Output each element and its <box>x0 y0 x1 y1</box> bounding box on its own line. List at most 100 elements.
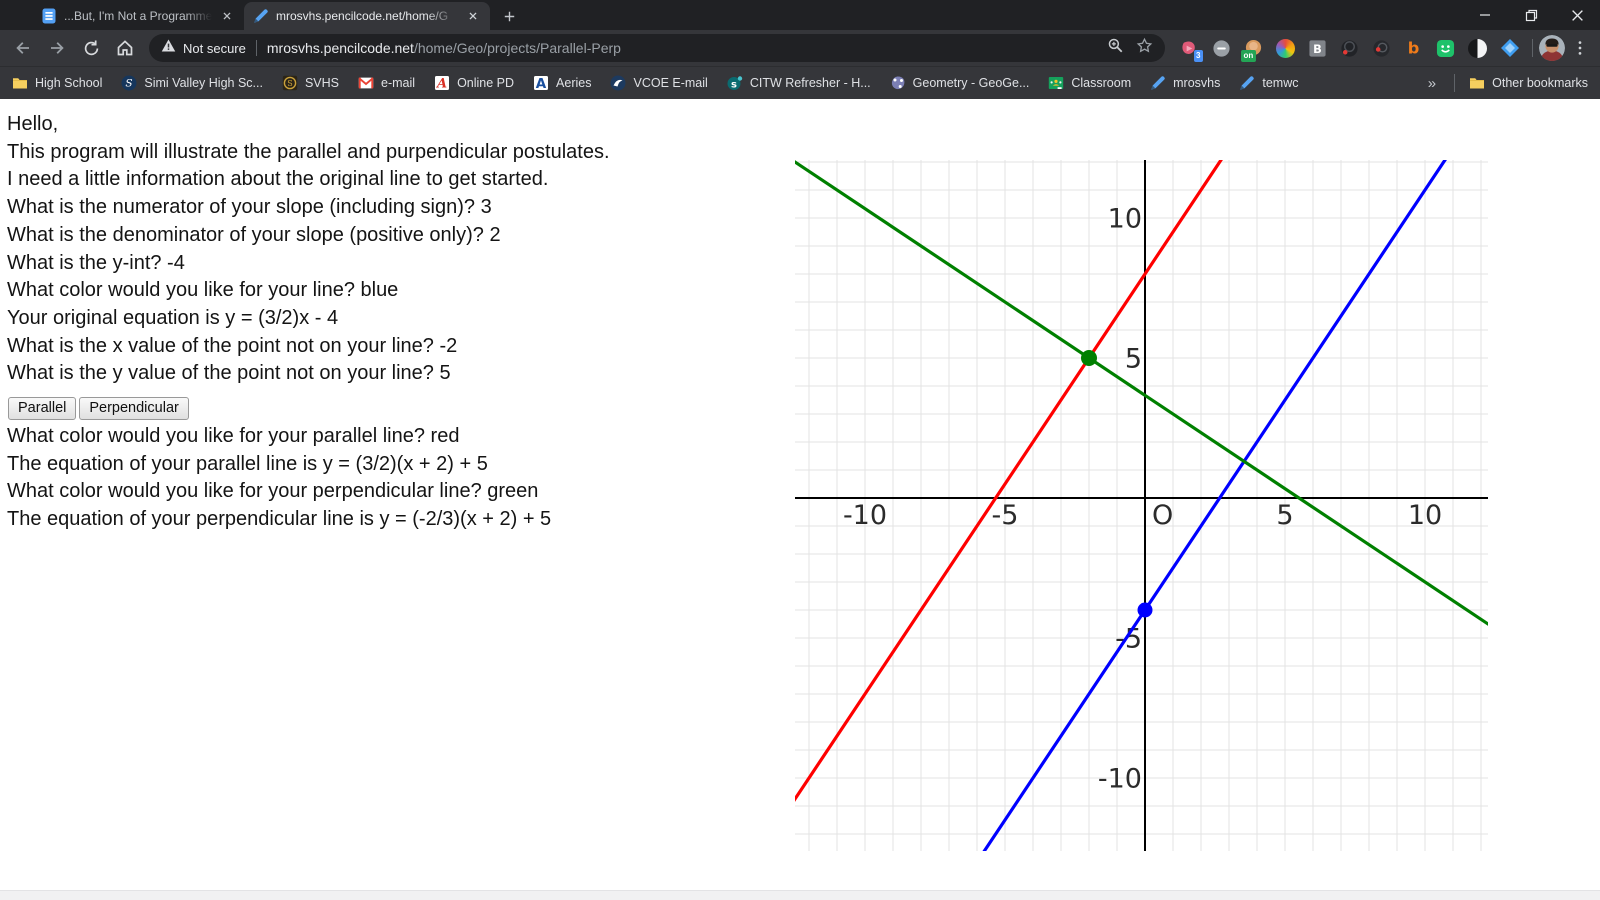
gmail-icon <box>358 75 374 91</box>
not-secure-warning-icon[interactable] <box>161 38 176 58</box>
extension-bitly-icon[interactable]: b <box>1403 38 1424 59</box>
bookmark-classroom[interactable]: Classroom <box>1048 75 1131 91</box>
close-button[interactable] <box>1554 0 1600 30</box>
bookmark-star-icon[interactable] <box>1136 37 1153 59</box>
reload-button[interactable] <box>75 32 107 64</box>
toolbar-separator <box>1532 39 1533 57</box>
coordinate-graph: -10 -5 5 10105-5-10O <box>795 160 1488 851</box>
bookmark-label: temwc <box>1262 76 1299 90</box>
bookmark-online-pd[interactable]: A Online PD <box>434 75 515 92</box>
sharepoint-icon: s <box>727 75 743 91</box>
console-line: What is the denominator of your slope (p… <box>7 223 501 246</box>
bookmark-geometry-geogebra[interactable]: Geometry - GeoGe... <box>890 75 1030 91</box>
back-button[interactable] <box>7 32 39 64</box>
bookmark-label: Classroom <box>1071 76 1132 90</box>
tab-close-icon[interactable] <box>219 8 235 24</box>
window-controls <box>1462 0 1600 30</box>
pencil-favicon-icon <box>253 8 269 24</box>
bookmark-vcoe-email[interactable]: VCOE E-mail <box>610 75 708 91</box>
bookmarks-overflow-chevron[interactable]: » <box>1424 75 1440 92</box>
tab-close-icon[interactable] <box>465 8 481 24</box>
browser-window: ...But, I'm Not a Programmer - G mrosvhs… <box>0 0 1600 900</box>
dark-circle-swoosh-icon <box>610 75 626 91</box>
extension-b-square-icon[interactable]: B <box>1307 38 1328 59</box>
svg-text:s: s <box>731 79 737 90</box>
bookmark-temwc[interactable]: temwc <box>1239 75 1298 91</box>
docs-favicon-icon <box>41 8 57 24</box>
console-line: What color would you like for your perpe… <box>7 480 539 503</box>
bookmark-citw-refresher[interactable]: s CITW Refresher - H... <box>727 75 871 91</box>
extension-paused-icon[interactable] <box>1211 38 1232 59</box>
bookmark-high-school[interactable]: High School <box>12 75 102 91</box>
geogebra-icon <box>890 75 906 91</box>
tab-title: mrosvhs.pencilcode.net/home/G <box>276 9 449 23</box>
folder-icon <box>1469 75 1485 91</box>
extension-tampermonkey-on-icon[interactable]: on <box>1241 38 1264 62</box>
new-tab-button[interactable] <box>496 3 522 29</box>
url-path: /home/Geo/projects/Parallel-Perp <box>413 40 621 56</box>
tab-strip: ...But, I'm Not a Programmer - G mrosvhs… <box>0 0 1600 30</box>
bookmark-email[interactable]: e-mail <box>358 75 415 91</box>
svg-text:5: 5 <box>1276 500 1293 531</box>
other-bookmarks[interactable]: Other bookmarks <box>1469 75 1588 91</box>
classroom-icon <box>1048 75 1064 91</box>
console-line: Your original equation is y = (3/2)x - 4 <box>7 306 339 329</box>
svg-text:O: O <box>1152 500 1173 531</box>
bookmarks-bar: High School S Simi Valley High Sc... S S… <box>0 66 1600 99</box>
tab-docs[interactable]: ...But, I'm Not a Programmer - G <box>32 2 244 30</box>
profile-avatar[interactable] <box>1539 35 1565 61</box>
bookmark-label: Online PD <box>457 76 515 90</box>
bookmark-aeries[interactable]: A Aeries <box>533 75 592 92</box>
svg-text:-10: -10 <box>843 500 887 531</box>
browser-menu-icon[interactable] <box>1567 35 1593 61</box>
extension-target-icon[interactable] <box>1371 38 1392 59</box>
home-button[interactable] <box>109 32 141 64</box>
console-line: This program will illustrate the paralle… <box>7 140 610 163</box>
svg-text:10: 10 <box>1108 204 1142 235</box>
extension-palette-icon[interactable] <box>1275 38 1296 59</box>
tab-pencilcode[interactable]: mrosvhs.pencilcode.net/home/G <box>244 2 490 30</box>
parallel-button[interactable]: Parallel <box>8 397 77 421</box>
bookmark-label: Aeries <box>556 76 592 90</box>
svg-text:-10: -10 <box>1098 764 1142 795</box>
bookmark-label: SVHS <box>304 76 340 90</box>
extension-blue-diamond-icon[interactable] <box>1499 38 1520 59</box>
bookmark-label: VCOE E-mail <box>633 76 708 90</box>
svg-text:S: S <box>287 79 292 88</box>
maximize-button[interactable] <box>1508 0 1554 30</box>
tab-title: ...But, I'm Not a Programmer - G <box>64 9 212 23</box>
svg-text:b: b <box>1408 39 1420 58</box>
parallel-line <box>795 160 1223 802</box>
security-label[interactable]: Not secure <box>183 41 246 56</box>
bookmark-label: Simi Valley High Sc... <box>144 76 263 90</box>
extension-dark-reader-icon[interactable] <box>1467 38 1488 59</box>
program-output: Hello, This program will illustrate the … <box>7 111 797 534</box>
url-host: mrosvhs.pencilcode.net <box>266 40 414 56</box>
red-a-icon: A <box>434 75 450 92</box>
horizontal-scrollbar[interactable] <box>0 890 1600 900</box>
minimize-button[interactable] <box>1462 0 1508 30</box>
bookmark-svhs[interactable]: S SVHS <box>282 75 339 91</box>
bookmark-label: mrosvhs <box>1173 76 1221 90</box>
bookmark-mrosvhs[interactable]: mrosvhs <box>1150 75 1220 91</box>
console-line: I need a little information about the or… <box>7 168 549 191</box>
choice-buttons: Parallel Perpendicular <box>8 393 797 421</box>
bookmark-label: Geometry - GeoGe... <box>912 76 1030 90</box>
address-bar[interactable]: Not secure mrosvhs.pencilcode.net/home/G… <box>149 34 1165 62</box>
console-line: The equation of your perpendicular line … <box>7 508 552 531</box>
forward-button[interactable] <box>41 32 73 64</box>
console-line: What is the numerator of your slope (inc… <box>7 196 492 219</box>
bookmark-simi-valley[interactable]: S Simi Valley High Sc... <box>121 75 263 91</box>
zoom-icon[interactable] <box>1107 37 1124 59</box>
extension-pink-reader-icon[interactable]: 3 <box>1179 38 1203 62</box>
perpendicular-button[interactable]: Perpendicular <box>79 397 189 421</box>
extension-paddle-icon[interactable] <box>1339 38 1360 59</box>
dark-circle-s-icon: S <box>121 75 137 91</box>
bookmark-label: CITW Refresher - H... <box>749 76 871 90</box>
extension-bitmoji-icon[interactable] <box>1435 38 1456 59</box>
svg-text:B: B <box>1313 41 1322 55</box>
blue-a-icon: A <box>533 75 549 92</box>
folder-icon <box>12 75 28 91</box>
page-content: Hello, This program will illustrate the … <box>0 99 1600 900</box>
url-text[interactable]: mrosvhs.pencilcode.net/home/Geo/projects… <box>267 40 1099 56</box>
